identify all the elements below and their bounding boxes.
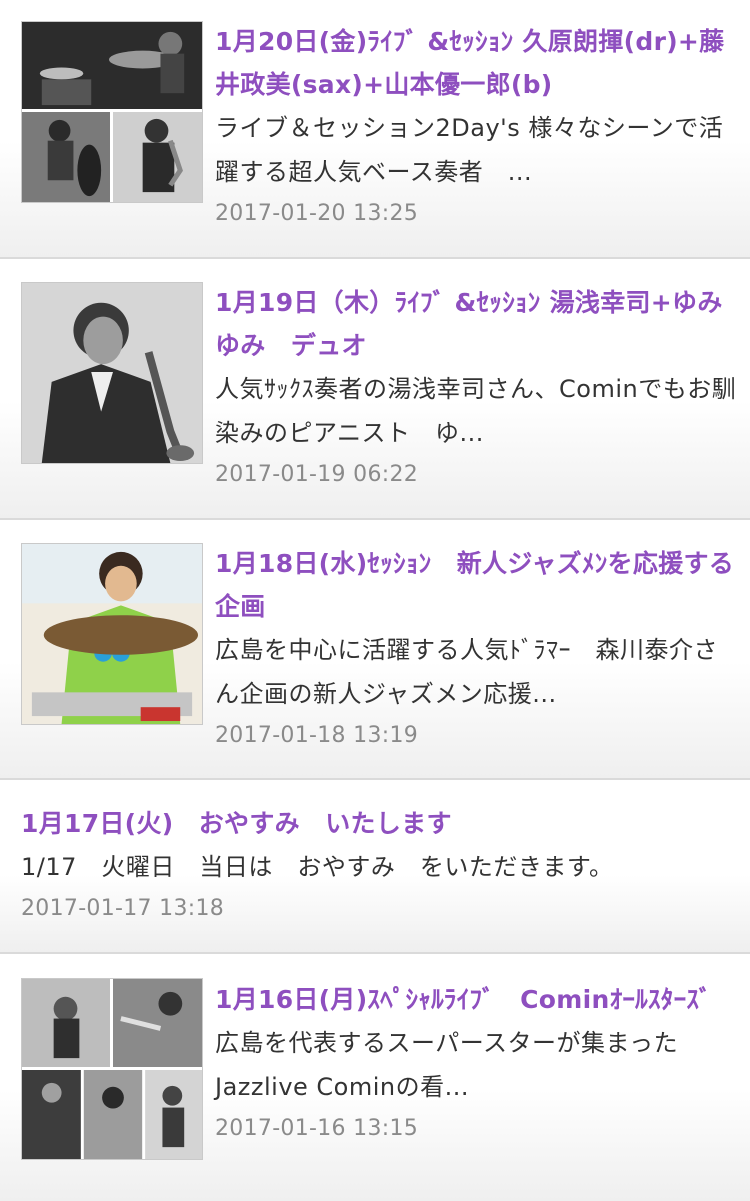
post-body: 1月18日(水)ｾｯｼｮﾝ 新人ジャズﾒﾝを応援する企画 広島を中心に活躍する人… (215, 542, 740, 756)
post-thumbnail[interactable] (21, 21, 203, 203)
post-excerpt: 1/17 火曜日 当日は おやすみ をいただきます。 (21, 853, 614, 881)
post-excerpt: 広島を代表するスーパースターが集まった Jazzlive Cominの看... (215, 1029, 703, 1101)
post-thumbnail[interactable] (21, 543, 203, 725)
post-date: 2017-01-19 06:22 (215, 462, 419, 487)
post-title[interactable]: 1月16日(月)ｽﾍﾟｼｬﾙﾗｲﾌﾞ Cominｵｰﾙｽﾀｰｽﾞ (215, 978, 740, 1021)
post-item[interactable]: 1月16日(月)ｽﾍﾟｼｬﾙﾗｲﾌﾞ Cominｵｰﾙｽﾀｰｽﾞ 広島を代表する… (0, 952, 750, 1201)
post-excerpt: 広島を中心に活躍する人気ﾄﾞﾗﾏｰ 森川泰介さん企画の新人ジャズメン応援... (215, 636, 718, 708)
post-body: 1月19日（木）ﾗｲﾌﾞ &ｾｯｼｮﾝ 湯浅幸司+ゆみゆみ デュオ 人気ｻｯｸｽ… (215, 281, 740, 495)
drummer-image (22, 544, 202, 724)
post-body: 1月17日(火) おやすみ いたします 1/17 火曜日 当日は おやすみ をい… (21, 802, 740, 929)
post-item[interactable]: 1月20日(金)ﾗｲﾌﾞ &ｾｯｼｮﾝ 久原朗揮(dr)+藤井政美(sax)+山… (0, 0, 750, 257)
post-date: 2017-01-20 13:25 (215, 201, 419, 226)
post-date: 2017-01-18 13:19 (215, 723, 419, 748)
jazz-trio-collage-image (22, 22, 202, 202)
post-date: 2017-01-16 13:15 (215, 1116, 419, 1141)
post-item[interactable]: 1月19日（木）ﾗｲﾌﾞ &ｾｯｼｮﾝ 湯浅幸司+ゆみゆみ デュオ 人気ｻｯｸｽ… (0, 257, 750, 518)
saxophonist-portrait-image (22, 283, 202, 463)
post-title[interactable]: 1月17日(火) おやすみ いたします (21, 802, 740, 845)
post-thumbnail[interactable] (21, 978, 203, 1160)
post-title[interactable]: 1月20日(金)ﾗｲﾌﾞ &ｾｯｼｮﾝ 久原朗揮(dr)+藤井政美(sax)+山… (215, 20, 740, 106)
post-body: 1月20日(金)ﾗｲﾌﾞ &ｾｯｼｮﾝ 久原朗揮(dr)+藤井政美(sax)+山… (215, 20, 740, 234)
all-stars-collage-image (22, 979, 202, 1159)
blog-post-list: 1月20日(金)ﾗｲﾌﾞ &ｾｯｼｮﾝ 久原朗揮(dr)+藤井政美(sax)+山… (0, 0, 750, 1201)
post-item[interactable]: 1月18日(水)ｾｯｼｮﾝ 新人ジャズﾒﾝを応援する企画 広島を中心に活躍する人… (0, 518, 750, 778)
post-title[interactable]: 1月18日(水)ｾｯｼｮﾝ 新人ジャズﾒﾝを応援する企画 (215, 542, 740, 628)
post-excerpt: ライブ＆セッション2Day's 様々なシーンで活躍する超人気ベース奏者 ... (215, 114, 724, 186)
post-body: 1月16日(月)ｽﾍﾟｼｬﾙﾗｲﾌﾞ Cominｵｰﾙｽﾀｰｽﾞ 広島を代表する… (215, 978, 740, 1149)
post-thumbnail[interactable] (21, 282, 203, 464)
post-title[interactable]: 1月19日（木）ﾗｲﾌﾞ &ｾｯｼｮﾝ 湯浅幸司+ゆみゆみ デュオ (215, 281, 740, 367)
post-excerpt: 人気ｻｯｸｽ奏者の湯浅幸司さん、Cominでもお馴染みのピアニスト ゆ... (215, 375, 737, 447)
post-date: 2017-01-17 13:18 (21, 896, 225, 921)
post-item[interactable]: 1月17日(火) おやすみ いたします 1/17 火曜日 当日は おやすみ をい… (0, 778, 750, 952)
